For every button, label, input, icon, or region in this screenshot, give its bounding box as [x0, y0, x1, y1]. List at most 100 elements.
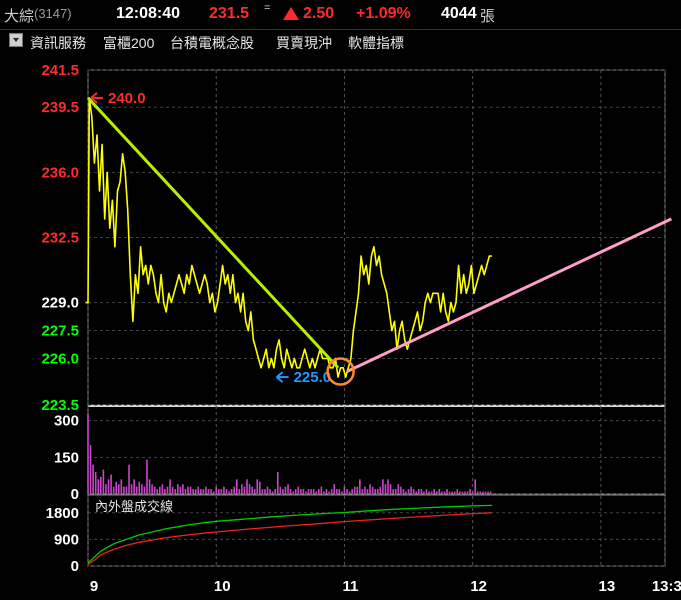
volume-bar [141, 484, 143, 494]
volume-bar [135, 486, 138, 494]
menu-item-day-trade[interactable]: 買賣現沖 [276, 33, 332, 53]
volume-bar [420, 489, 423, 494]
volume-bar [197, 486, 200, 494]
price-tick-label: 241.5 [41, 62, 79, 79]
volume-bar [228, 491, 230, 494]
volume-bar [330, 489, 333, 494]
volume-bar [94, 472, 97, 494]
volume-bar [400, 486, 402, 494]
volume-bar [312, 489, 315, 494]
volume-bar [246, 479, 248, 494]
menu-item-info-service[interactable]: 資訊服務 [30, 33, 86, 53]
price-tick-label: 227.5 [41, 323, 79, 340]
last-price: 231.5 [209, 5, 250, 22]
volume-bar [453, 491, 456, 494]
volume-bar [125, 486, 128, 494]
volume-bar [179, 486, 182, 494]
volume-bar [307, 489, 310, 494]
volume-bar [369, 484, 371, 494]
volume-bar [325, 489, 328, 494]
extreme-price-label: 225.0 [294, 369, 332, 386]
volume-bar [371, 486, 374, 494]
volume-bar [123, 486, 125, 494]
volume-bar [210, 489, 212, 494]
volume-bar [459, 491, 461, 494]
volume-bar [423, 491, 425, 494]
x-tick-label: 10 [214, 578, 231, 595]
volume-bar [415, 491, 418, 494]
volume-bar [192, 489, 194, 494]
volume-bar [320, 486, 323, 494]
volume-bar [374, 489, 377, 494]
volume-bar [397, 484, 400, 494]
volume-bar [343, 486, 346, 494]
volume-bar [230, 489, 233, 494]
chevron-down-icon[interactable] [9, 33, 23, 47]
volume-bar [474, 479, 477, 494]
volume-bar [376, 489, 379, 494]
volume-bar [482, 491, 484, 494]
volume-bar [276, 472, 279, 494]
volume-bar [146, 459, 148, 494]
volume-bar [443, 491, 446, 494]
volume-bar [238, 489, 241, 494]
volume-bar [469, 489, 471, 494]
volume-bar [166, 486, 169, 494]
stock-name: 大綜 [4, 8, 35, 25]
volume-bar [225, 489, 228, 494]
volume-bar [161, 484, 164, 494]
extreme-price-label: 240.0 [108, 90, 146, 107]
volume-bar [92, 464, 94, 494]
volume-bar [302, 489, 305, 494]
x-tick-label: 13 [599, 578, 616, 595]
volume-bar [292, 491, 294, 494]
volume-bar [425, 489, 428, 494]
volume-bar [333, 484, 335, 494]
flow-tick-label: 0 [71, 558, 79, 575]
volume-bar [212, 491, 215, 494]
volume-bar [446, 489, 448, 494]
stock-code: (3147) [34, 6, 72, 21]
menu-item-software-index[interactable]: 軟體指標 [348, 33, 404, 53]
volume-bar [207, 489, 210, 494]
volume-bar [356, 486, 359, 494]
volume-bar [487, 491, 489, 494]
menu-item-tsmc-concept[interactable]: 台積電概念股 [170, 33, 254, 53]
volume-bar [382, 479, 384, 494]
percent-change: +1.09% [356, 5, 411, 22]
price-tick-label: 229.0 [41, 295, 79, 312]
menu-bar: 資訊服務 富櫃200 台積電概念股 買賣現沖 軟體指標 [0, 29, 681, 55]
price-tick-label: 239.5 [41, 99, 79, 116]
volume-bar [130, 484, 133, 494]
price-tick-label: 226.0 [41, 350, 79, 367]
volume-bar [479, 491, 482, 494]
volume-tick-label: 150 [54, 449, 79, 466]
volume-bar [107, 479, 110, 494]
volume-bar [151, 484, 153, 494]
volume-bar [176, 484, 179, 494]
volume-bar [366, 489, 369, 494]
x-tick-label: 13:30 [652, 578, 681, 595]
volume-bar [128, 464, 130, 494]
volume-bar [133, 479, 135, 494]
menu-item-otc200[interactable]: 富櫃200 [103, 33, 154, 53]
volume-bar [156, 489, 159, 494]
volume-bar [359, 479, 361, 494]
volume-bar [256, 479, 259, 494]
volume-bar [274, 489, 277, 494]
volume-bar [264, 489, 266, 494]
volume-bar [117, 484, 120, 494]
quote-header: 大綜 (3147) 12:08:40 231.5 = 2.50 +1.09% 4… [0, 0, 681, 28]
volume-bar [328, 491, 330, 494]
volume-bar [379, 486, 382, 494]
volume-tick-label: 300 [54, 413, 79, 430]
volume-bar [418, 489, 420, 494]
volume-bar [348, 491, 351, 494]
intraday-chart: 241.5 239.5 236.0 232.5 229.0 227.5 226.0 223.5… [0, 54, 681, 600]
volume-bar [484, 491, 487, 494]
volume-bar [112, 486, 115, 494]
volume-bar [271, 491, 274, 494]
volume-bar [438, 489, 441, 494]
volume-bar [466, 491, 469, 494]
sub-panel-title: 內外盤成交線 [95, 499, 173, 514]
